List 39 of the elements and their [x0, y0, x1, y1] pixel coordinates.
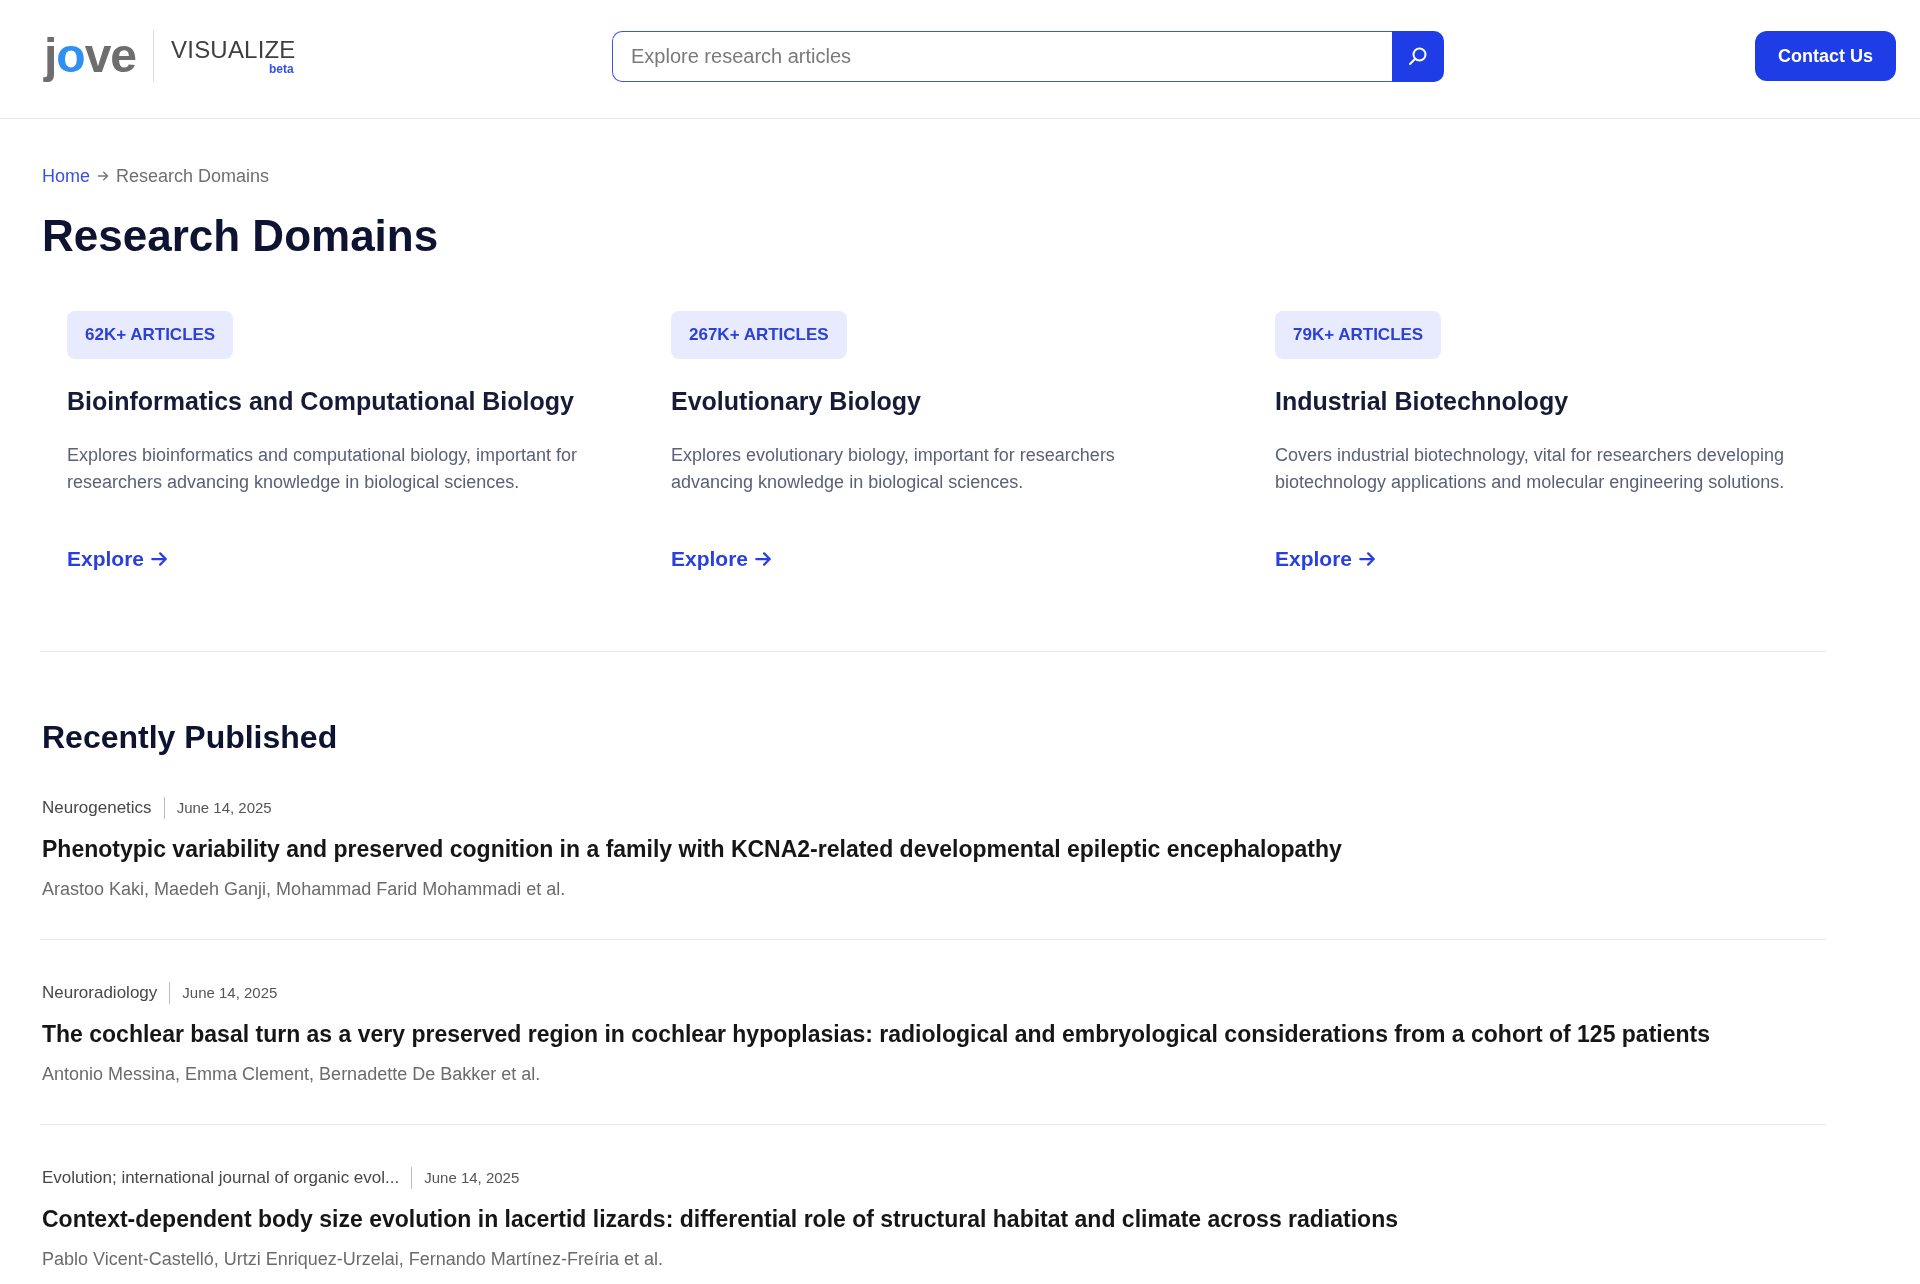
explore-link[interactable]: Explore: [67, 545, 169, 573]
domain-description: Explores bioinformatics and computational biology, important for researchers advancing knowledge in biological sciences.: [67, 444, 578, 494]
arrow-right-icon: [754, 550, 773, 568]
explore-link[interactable]: Explore: [1275, 545, 1377, 573]
arrow-right-icon: [1358, 550, 1377, 568]
arrow-right-icon: [97, 170, 109, 182]
article-date: June 14, 2025: [424, 1167, 520, 1188]
article-title[interactable]: Phenotypic variability and preserved cognition in a family with KCNA2-related developmental epileptic encephalopathy: [42, 834, 1826, 864]
article-title[interactable]: The cochlear basal turn as a very preserved region in cochlear hypoplasias: radiological and embryological considerations from a cohort of 125 patients: [42, 1019, 1826, 1049]
arrow-right-icon: [150, 550, 169, 568]
article-authors: Arastoo Kaki, Maedeh Ganji, Mohammad Farid Mohammadi et al.: [42, 878, 567, 901]
breadcrumb-current: Research Domains: [116, 165, 270, 187]
page-title: Research Domains: [42, 210, 440, 262]
domain-description: Covers industrial biotechnology, vital for researchers developing biotechnology applications and molecular engineering solutions.: [1275, 444, 1786, 494]
domain-title: Industrial Biotechnology: [1275, 386, 1569, 417]
article-title[interactable]: Context-dependent body size evolution in lacertid lizards: differential role of structural habitat and climate across radiations: [42, 1204, 1826, 1234]
domain-description: Explores evolutionary biology, important for researchers advancing knowledge in biological sciences.: [671, 444, 1116, 494]
article-count-badge: 79K+ ARTICLES: [1275, 311, 1442, 359]
article-count-badge: 62K+ ARTICLES: [67, 311, 234, 359]
breadcrumb-link[interactable]: Home: [42, 165, 90, 187]
article-date: June 14, 2025: [182, 982, 278, 1003]
domain-title: Evolutionary Biology: [671, 386, 922, 417]
section-title: Recently Published: [42, 718, 339, 757]
product-name: VISUALIZE: [171, 37, 296, 63]
search-field[interactable]: Explore research articles: [612, 30, 1392, 82]
article-date: June 14, 2025: [176, 797, 272, 818]
domain-title: Bioinformatics and Computational Biology: [67, 386, 574, 417]
article-authors: Antonio Messina, Emma Clement, Bernadette De Bakker et al.: [42, 1063, 542, 1086]
contact-us-button[interactable]: Contact Us: [1755, 31, 1896, 81]
search-icon: [1408, 46, 1428, 66]
article-count-badge: 267K+ ARTICLES: [671, 311, 847, 359]
beta-tag: beta: [268, 63, 294, 75]
logo-wordmark[interactable]: jove: [44, 32, 137, 80]
explore-link[interactable]: Explore: [671, 545, 773, 573]
search-button[interactable]: [1392, 30, 1444, 82]
article-category: Neurogenetics: [42, 797, 152, 820]
article-category: Neuroradiology: [42, 982, 158, 1005]
article-category: Evolution; international journal of organic evol...: [42, 1167, 400, 1190]
article-authors: Pablo Vicent-Castelló, Urtzi Enriquez-Urzelai, Fernando Martínez-Freíria et al.: [42, 1248, 664, 1271]
